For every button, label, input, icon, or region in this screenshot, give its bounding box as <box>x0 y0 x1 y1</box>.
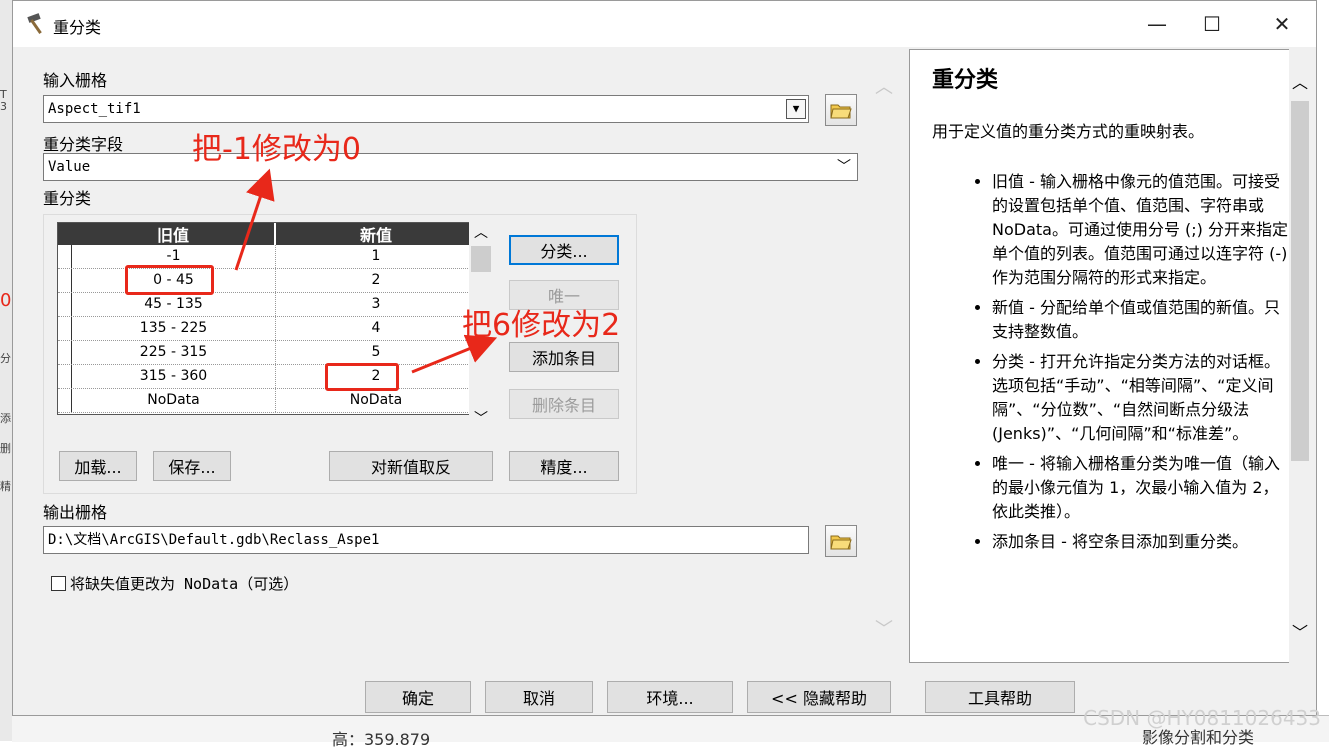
annotation-arrows <box>234 168 498 374</box>
watermark-text: CSDN @HY0811026433 <box>1083 706 1321 730</box>
annotation-arrow-1 <box>234 168 275 271</box>
annotation-arrow-2 <box>411 334 498 374</box>
